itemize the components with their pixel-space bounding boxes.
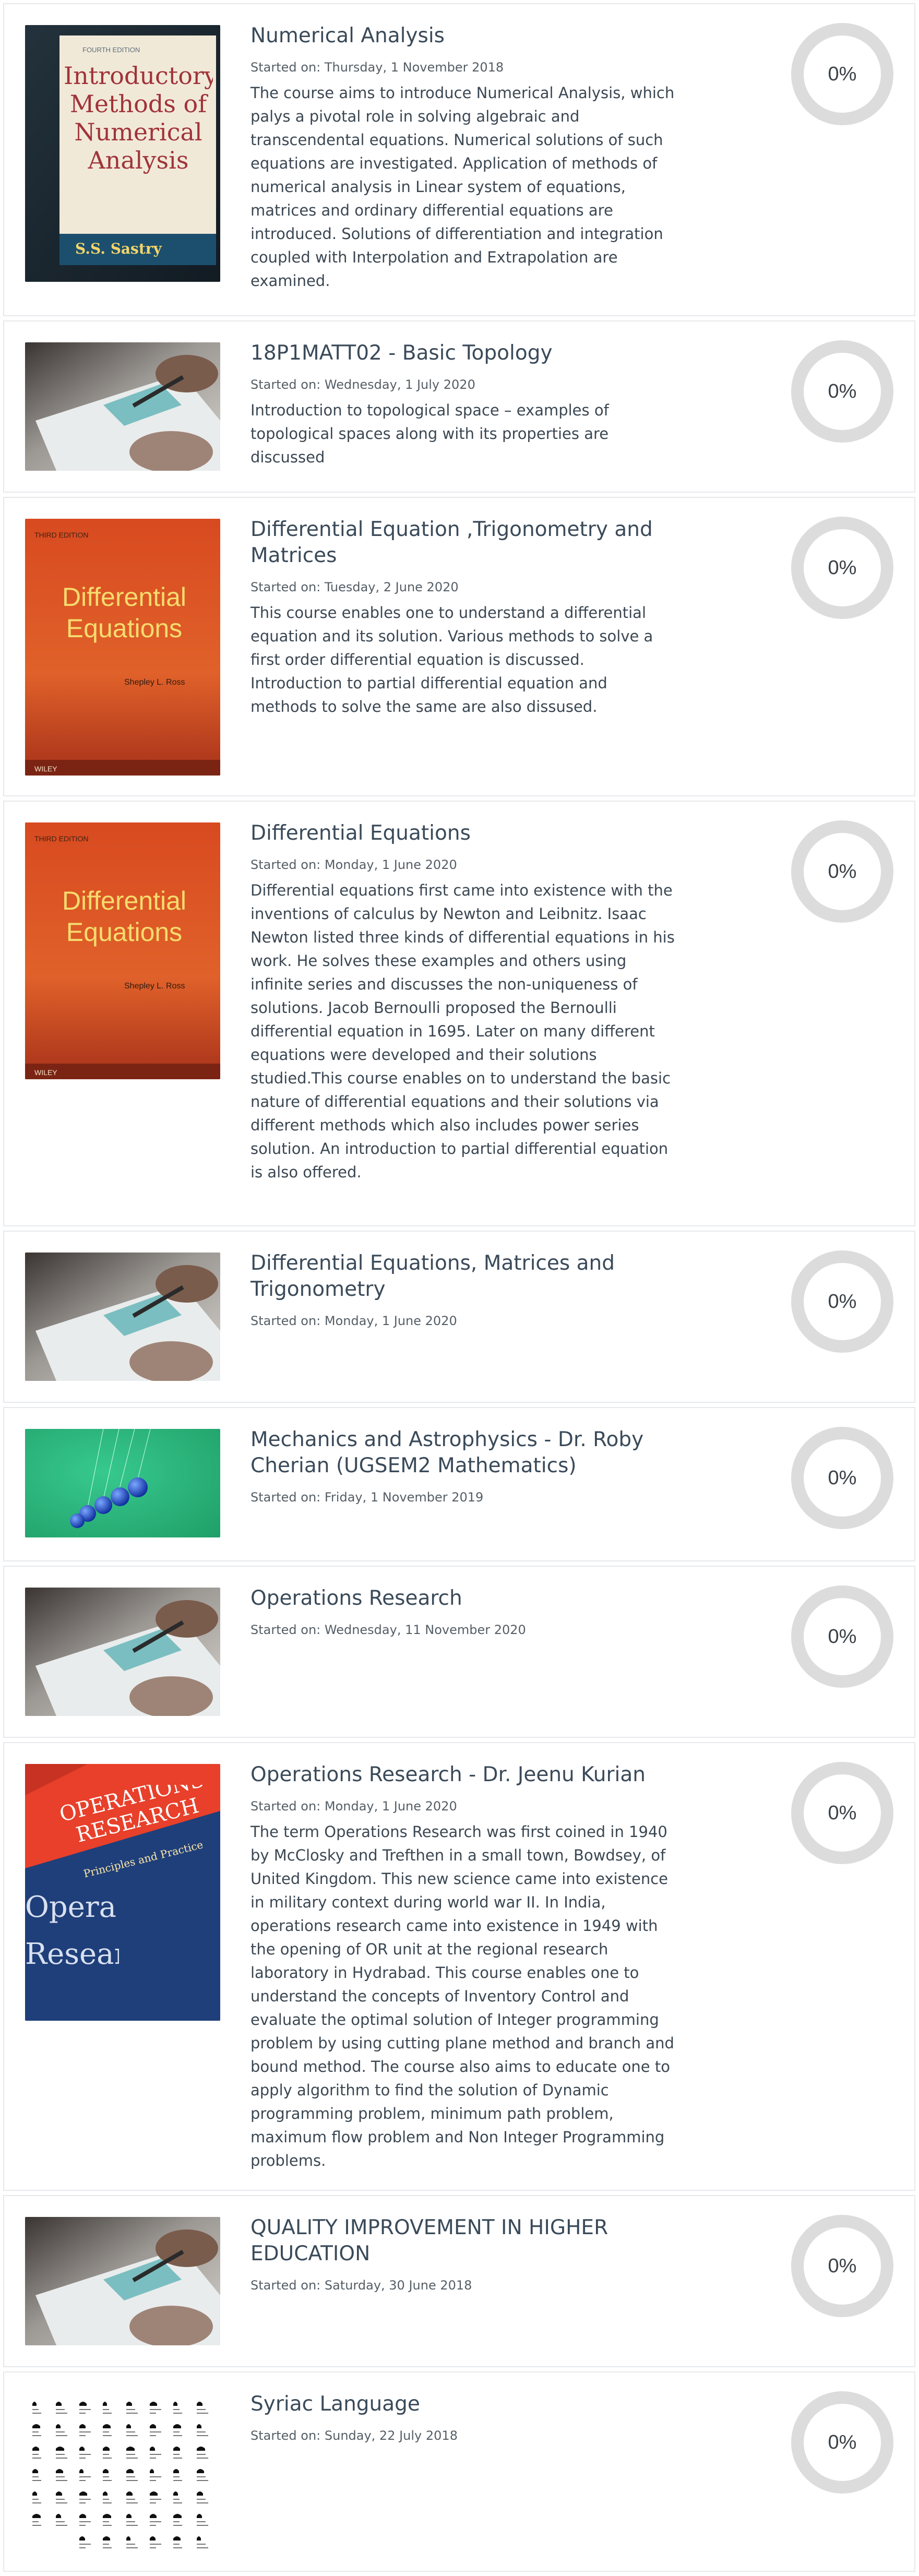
course-card[interactable]: Operations Research Started on: Wednesda… [3, 1566, 915, 1738]
course-thumbnail-photo[interactable] [25, 342, 220, 471]
progress-percentage: 0% [828, 556, 857, 579]
course-card[interactable]: FOURTH EDITION Introductory Methods of N… [3, 3, 915, 316]
course-card[interactable]: THIRD EDITION Differential Equations She… [3, 801, 915, 1226]
course-title-link[interactable]: Operations Research - Dr. Jeenu Kurian [250, 1762, 678, 1788]
course-thumbnail-alphabet-chart[interactable] [25, 2390, 220, 2557]
course-description: Introduction to topological space – exam… [250, 401, 609, 466]
course-description: Differential equations first came into e… [250, 881, 675, 1181]
course-start-date: Started on: Monday, 1 June 2020 [250, 857, 457, 872]
course-start-date: Started on: Monday, 1 June 2020 [250, 1799, 457, 1814]
cover-title: Differential Equations [62, 886, 187, 947]
progress-percentage: 0% [828, 1466, 857, 1489]
cover-edition: THIRD EDITION [34, 531, 88, 539]
progress-ring: 0% [791, 1585, 893, 1688]
course-start-date: Started on: Tuesday, 2 June 2020 [250, 580, 459, 594]
cover-edition: FOURTH EDITION [82, 46, 140, 54]
course-info: Differential Equations, Matrices and Tri… [250, 1250, 678, 1329]
cover-title: Introductory Methods of Numerical Analys… [64, 62, 213, 174]
course-info: Mechanics and Astrophysics - Dr. Roby Ch… [250, 1427, 678, 1505]
course-card[interactable]: Syriac Language Started on: Sunday, 22 J… [3, 2371, 915, 2572]
progress-percentage: 0% [828, 1290, 857, 1313]
course-title-link[interactable]: Differential Equation ,Trigonometry and … [250, 517, 678, 569]
progress-ring: 0% [791, 1250, 893, 1353]
course-card[interactable]: 18P1MATT02 - Basic Topology Started on: … [3, 320, 915, 493]
course-title-link[interactable]: Mechanics and Astrophysics - Dr. Roby Ch… [250, 1427, 678, 1479]
course-card[interactable]: THIRD EDITION Differential Equations She… [3, 497, 915, 796]
progress-percentage: 0% [828, 2431, 857, 2453]
cover-publisher: WILEY [34, 1068, 57, 1077]
course-start-date: Started on: Monday, 1 June 2020 [250, 1314, 457, 1328]
course-thumbnail-book-cover[interactable]: THIRD EDITION Differential Equations She… [25, 519, 220, 776]
course-start-date: Started on: Thursday, 1 November 2018 [250, 60, 504, 75]
cover-author: Shepley L. Ross [124, 982, 185, 991]
course-description: This course enables one to understand a … [250, 604, 653, 715]
progress-ring: 0% [791, 2391, 893, 2494]
cover-title: Differential Equations [62, 582, 187, 643]
cover-spine-text: Opera Resear [25, 1890, 119, 1971]
course-description: The course aims to introduce Numerical A… [250, 84, 675, 290]
course-thumbnail-book-cover[interactable]: THIRD EDITION Differential Equations She… [25, 822, 220, 1079]
cover-author: S.S. Sastry [75, 240, 162, 257]
cover-edition: THIRD EDITION [34, 834, 88, 843]
progress-ring: 0% [791, 340, 893, 443]
progress-percentage: 0% [828, 63, 857, 85]
course-info: Operations Research Started on: Wednesda… [250, 1585, 678, 1638]
progress-ring: 0% [791, 820, 893, 923]
course-thumbnail-book-cover[interactable]: FOURTH EDITION Introductory Methods of N… [25, 25, 220, 282]
course-card[interactable]: Differential Equations, Matrices and Tri… [3, 1231, 915, 1403]
course-thumbnail-photo[interactable] [25, 1588, 220, 1716]
course-start-date: Started on: Friday, 1 November 2019 [250, 1490, 484, 1505]
cover-author: Shepley L. Ross [124, 678, 185, 687]
course-info: QUALITY IMPROVEMENT IN HIGHER EDUCATION … [250, 2215, 678, 2293]
course-card[interactable]: OPERATIONS RESEARCH Principles and Pract… [3, 1742, 915, 2191]
course-info: Differential Equations Started on: Monda… [250, 820, 678, 1184]
course-title-link[interactable]: Operations Research [250, 1585, 678, 1612]
progress-ring: 0% [791, 2215, 893, 2317]
course-thumbnail-book-cover[interactable]: OPERATIONS RESEARCH Principles and Pract… [25, 1764, 220, 2021]
progress-percentage: 0% [828, 860, 857, 882]
progress-percentage: 0% [828, 380, 857, 402]
course-thumbnail-photo[interactable] [25, 2217, 220, 2345]
progress-ring: 0% [791, 517, 893, 619]
progress-percentage: 0% [828, 1625, 857, 1648]
progress-percentage: 0% [828, 1802, 857, 1824]
course-title-link[interactable]: 18P1MATT02 - Basic Topology [250, 340, 678, 366]
course-start-date: Started on: Sunday, 22 July 2018 [250, 2428, 458, 2443]
course-card[interactable]: Mechanics and Astrophysics - Dr. Roby Ch… [3, 1407, 915, 1561]
course-start-date: Started on: Saturday, 30 June 2018 [250, 2278, 472, 2293]
course-title-link[interactable]: Numerical Analysis [250, 23, 678, 49]
course-info: Differential Equation ,Trigonometry and … [250, 517, 678, 719]
course-title-link[interactable]: Syriac Language [250, 2391, 678, 2417]
course-info: Operations Research - Dr. Jeenu Kurian S… [250, 1762, 678, 2173]
course-thumbnail-photo[interactable] [25, 1253, 220, 1381]
course-card[interactable]: QUALITY IMPROVEMENT IN HIGHER EDUCATION … [3, 2195, 915, 2367]
course-start-date: Started on: Wednesday, 1 July 2020 [250, 377, 475, 392]
course-title-link[interactable]: Differential Equations, Matrices and Tri… [250, 1250, 678, 1303]
progress-ring: 0% [791, 23, 893, 125]
course-description: The term Operations Research was first c… [250, 1823, 674, 2169]
course-title-link[interactable]: Differential Equations [250, 820, 678, 846]
course-start-date: Started on: Wednesday, 11 November 2020 [250, 1623, 526, 1637]
course-thumbnail-photo[interactable] [25, 1429, 220, 1537]
cover-publisher: WILEY [34, 765, 57, 773]
course-info: 18P1MATT02 - Basic Topology Started on: … [250, 340, 678, 469]
course-list: FOURTH EDITION Introductory Methods of N… [0, 0, 919, 2576]
progress-ring: 0% [791, 1762, 893, 1864]
course-title-link[interactable]: QUALITY IMPROVEMENT IN HIGHER EDUCATION [250, 2215, 678, 2267]
course-info: Numerical Analysis Started on: Thursday,… [250, 23, 678, 293]
progress-percentage: 0% [828, 2255, 857, 2277]
progress-ring: 0% [791, 1427, 893, 1529]
course-info: Syriac Language Started on: Sunday, 22 J… [250, 2391, 678, 2443]
